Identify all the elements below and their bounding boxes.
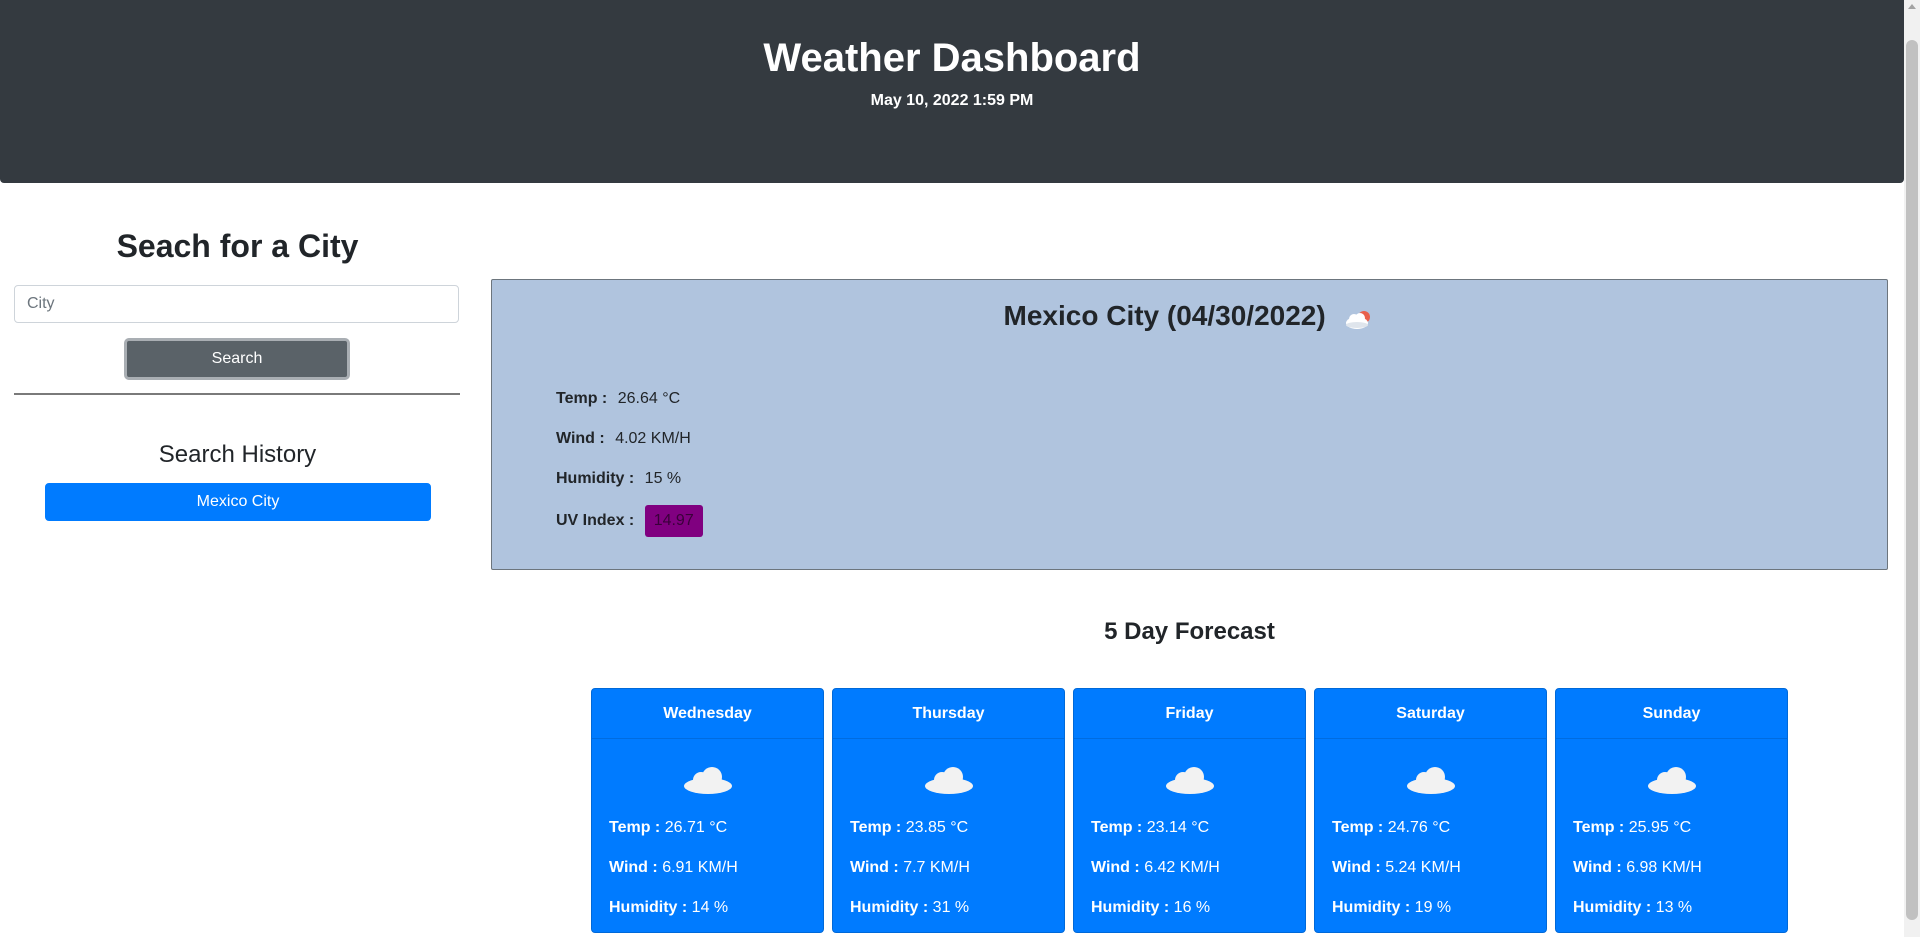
header: Weather Dashboard May 10, 2022 1:59 PM: [0, 0, 1904, 183]
cloud-icon: [684, 767, 732, 794]
current-weather-panel: Mexico City (04/30/2022) Temp : 26.64 °C…: [491, 279, 1888, 570]
forecast-card: Thursday Temp : 23.85 °C Wind : 7.7 KM/H…: [832, 688, 1065, 933]
forecast-day: Saturday: [1315, 689, 1546, 739]
current-humidity-row: Humidity : 15 %: [556, 470, 681, 488]
forecast-temp: Temp : 25.95 °C: [1573, 819, 1692, 836]
forecast-day: Friday: [1074, 689, 1305, 739]
partly-cloudy-icon: [1343, 306, 1375, 330]
humidity-value: 15 %: [644, 470, 682, 487]
cloud-icon: [925, 767, 973, 794]
forecast-card: Friday Temp : 23.14 °C Wind : 6.42 KM/H …: [1073, 688, 1306, 933]
search-button[interactable]: Search: [124, 338, 350, 380]
forecast-humidity: Humidity : 16 %: [1091, 899, 1211, 916]
uv-index-badge: 14.97: [644, 505, 703, 537]
forecast-humidity: Humidity : 31 %: [850, 899, 970, 916]
cloud-icon: [1407, 767, 1455, 794]
forecast-temp: Temp : 26.71 °C: [609, 819, 728, 836]
wind-label: Wind :: [556, 430, 605, 447]
temp-value: 26.64 °C: [617, 390, 681, 407]
forecast-card: Saturday Temp : 24.76 °C Wind : 5.24 KM/…: [1314, 688, 1547, 933]
current-datetime: May 10, 2022 1:59 PM: [870, 92, 1034, 109]
forecast-wind: Wind : 6.42 KM/H: [1091, 859, 1220, 876]
forecast-humidity: Humidity : 13 %: [1573, 899, 1693, 916]
forecast-day: Thursday: [833, 689, 1064, 739]
forecast-day: Sunday: [1556, 689, 1787, 739]
forecast-day: Wednesday: [592, 689, 823, 739]
scrollbar-thumb[interactable]: [1906, 40, 1918, 920]
forecast-humidity: Humidity : 14 %: [609, 899, 729, 916]
cloud-icon: [1166, 767, 1214, 794]
forecast-wind: Wind : 5.24 KM/H: [1332, 859, 1461, 876]
current-uv-row: UV Index : 14.97: [556, 505, 703, 537]
forecast-temp: Temp : 23.85 °C: [850, 819, 969, 836]
sidebar-divider: [14, 393, 460, 395]
cloud-icon: [1648, 767, 1696, 794]
uv-label: UV Index :: [556, 512, 635, 529]
current-city-title: Mexico City (04/30/2022): [1003, 300, 1326, 331]
scroll-up-arrow-icon[interactable]: [1908, 4, 1916, 9]
humidity-label: Humidity :: [556, 470, 635, 487]
current-wind-row: Wind : 4.02 KM/H: [556, 430, 691, 448]
current-weather-heading: Mexico City (04/30/2022): [492, 300, 1887, 332]
forecast-title: 5 Day Forecast: [1104, 618, 1275, 645]
forecast-card: Wednesday Temp : 26.71 °C Wind : 6.91 KM…: [591, 688, 824, 933]
search-history-title: Search History: [158, 441, 317, 468]
temp-label: Temp :: [556, 390, 608, 407]
search-title: Seach for a City: [116, 228, 359, 264]
forecast-wind: Wind : 6.98 KM/H: [1573, 859, 1702, 876]
vertical-scrollbar[interactable]: [1904, 0, 1920, 937]
wind-value: 4.02 KM/H: [615, 430, 691, 447]
history-item-mexico-city[interactable]: Mexico City: [45, 483, 431, 521]
page: Weather Dashboard May 10, 2022 1:59 PM S…: [0, 0, 1920, 937]
forecast-wind: Wind : 6.91 KM/H: [609, 859, 738, 876]
forecast-humidity: Humidity : 19 %: [1332, 899, 1452, 916]
forecast-card: Sunday Temp : 25.95 °C Wind : 6.98 KM/H …: [1555, 688, 1788, 933]
forecast-wind: Wind : 7.7 KM/H: [850, 859, 970, 876]
city-search-input[interactable]: [14, 285, 459, 323]
forecast-temp: Temp : 23.14 °C: [1091, 819, 1210, 836]
page-title: Weather Dashboard: [763, 36, 1141, 80]
forecast-temp: Temp : 24.76 °C: [1332, 819, 1451, 836]
current-temp-row: Temp : 26.64 °C: [556, 390, 680, 408]
